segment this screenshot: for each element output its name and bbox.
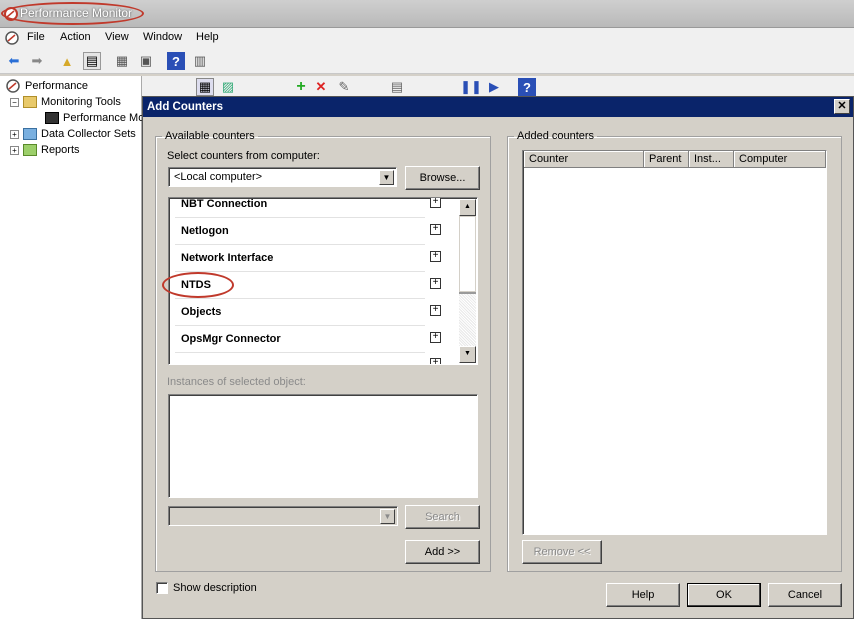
help-button[interactable]: Help bbox=[606, 583, 680, 607]
highlight-icon[interactable]: ✎ bbox=[335, 78, 353, 96]
tree-item-data-collector-sets[interactable]: + Data Collector Sets bbox=[10, 126, 136, 142]
add-icon[interactable]: + bbox=[292, 78, 310, 96]
show-description-checkbox[interactable] bbox=[156, 582, 168, 594]
computer-label: Select counters from computer: bbox=[167, 150, 320, 162]
column-header-parent[interactable]: Parent bbox=[644, 151, 689, 168]
scroll-track-upper[interactable] bbox=[459, 216, 476, 292]
delete-icon[interactable]: ✕ bbox=[312, 78, 330, 96]
menu-view[interactable]: View bbox=[105, 31, 129, 43]
chart-icon bbox=[45, 112, 59, 124]
forward-arrow-icon[interactable]: ➡ bbox=[28, 52, 46, 70]
view-graph-icon[interactable]: ▦ bbox=[196, 78, 214, 96]
instance-search-combobox: ▼ bbox=[168, 506, 398, 526]
remove-button: Remove << bbox=[522, 540, 602, 564]
properties-icon[interactable]: ▦ bbox=[113, 52, 131, 70]
computer-combobox[interactable]: <Local computer> ▼ bbox=[168, 167, 397, 187]
column-header-instance[interactable]: Inst... bbox=[689, 151, 734, 168]
list-item[interactable]: NBT Connection + bbox=[169, 198, 461, 218]
data-collector-icon bbox=[23, 128, 37, 140]
dialog-titlebar: Add Counters ✕ bbox=[143, 97, 853, 117]
expand-icon[interactable]: + bbox=[10, 129, 19, 139]
browse-button[interactable]: Browse... bbox=[405, 166, 480, 190]
main-toolbar: ⬅ ➡ ▲ ▤ ▦ ▣ ? ▥ bbox=[0, 48, 854, 74]
expand-icon[interactable]: + bbox=[430, 332, 441, 343]
list-item-partial: + bbox=[169, 353, 461, 364]
list-item[interactable]: Network Interface + bbox=[169, 245, 461, 272]
help-icon[interactable]: ? bbox=[167, 52, 185, 70]
perfmon-menu-icon[interactable] bbox=[5, 31, 19, 45]
menu-window[interactable]: Window bbox=[143, 31, 182, 43]
graph-toolbar: ▦ ▨ + ✕ ✎ ▤ ❚❚ ▶ ? bbox=[142, 76, 854, 98]
tree-item-performance[interactable]: Performance bbox=[6, 78, 88, 94]
expand-icon: + bbox=[430, 358, 441, 364]
scroll-up-icon[interactable]: ▲ bbox=[459, 199, 476, 216]
instances-label: Instances of selected object: bbox=[167, 376, 306, 388]
up-folder-icon[interactable]: ▲ bbox=[58, 52, 76, 70]
add-counters-dialog: Add Counters ✕ Available counters Select… bbox=[142, 96, 854, 619]
column-header-counter[interactable]: Counter bbox=[524, 151, 644, 168]
show-hide-tree-icon[interactable]: ▤ bbox=[83, 52, 101, 70]
cancel-button[interactable]: Cancel bbox=[768, 583, 842, 607]
show-description-label[interactable]: Show description bbox=[173, 582, 257, 594]
highlight-ellipse-title bbox=[1, 2, 144, 25]
expand-icon[interactable]: + bbox=[430, 224, 441, 235]
expand-icon[interactable]: + bbox=[430, 251, 441, 262]
list-item[interactable]: Netlogon + bbox=[169, 218, 461, 245]
menu-help[interactable]: Help bbox=[196, 31, 219, 43]
available-counters-legend: Available counters bbox=[165, 130, 255, 142]
expand-icon[interactable]: + bbox=[430, 305, 441, 316]
dialog-title: Add Counters bbox=[147, 101, 224, 113]
tree-item-performance-monitor[interactable]: Performance Mo bbox=[45, 110, 144, 126]
change-graph-icon[interactable]: ▨ bbox=[219, 78, 237, 96]
chevron-down-icon[interactable]: ▼ bbox=[379, 170, 394, 185]
tree-item-reports[interactable]: + Reports bbox=[10, 142, 80, 158]
chevron-down-icon: ▼ bbox=[380, 509, 395, 524]
back-arrow-icon[interactable]: ⬅ bbox=[5, 52, 23, 70]
tree-item-monitoring-tools[interactable]: − Monitoring Tools bbox=[10, 94, 121, 110]
collapse-icon[interactable]: − bbox=[10, 97, 19, 107]
added-counters-legend: Added counters bbox=[517, 130, 595, 142]
added-counters-table[interactable]: Counter Parent Inst... Computer bbox=[522, 150, 827, 535]
scroll-down-icon[interactable]: ▼ bbox=[459, 346, 476, 363]
folder-icon bbox=[23, 96, 37, 108]
expand-icon[interactable]: + bbox=[10, 145, 19, 155]
computer-combobox-value: <Local computer> bbox=[174, 171, 263, 183]
console-tree: Performance − Monitoring Tools Performan… bbox=[0, 76, 144, 619]
menu-action[interactable]: Action bbox=[60, 31, 91, 43]
highlight-ellipse-ntds bbox=[162, 272, 234, 298]
instances-list[interactable] bbox=[168, 394, 478, 498]
paste-icon[interactable]: ▤ bbox=[388, 78, 406, 96]
ok-button[interactable]: OK bbox=[687, 583, 761, 607]
freeze-icon[interactable]: ❚❚ bbox=[460, 78, 482, 96]
expand-icon[interactable]: + bbox=[430, 278, 441, 289]
close-icon[interactable]: ✕ bbox=[834, 99, 850, 114]
list-scrollbar[interactable]: ▲ ▼ bbox=[459, 199, 476, 363]
menu-file[interactable]: File bbox=[27, 31, 45, 43]
search-button: Search bbox=[405, 505, 480, 529]
expand-icon[interactable]: + bbox=[430, 198, 441, 208]
perfmon-icon bbox=[6, 79, 20, 93]
graph-help-icon[interactable]: ? bbox=[518, 78, 536, 96]
print-icon[interactable]: ▣ bbox=[137, 52, 155, 70]
add-button[interactable]: Add >> bbox=[405, 540, 480, 564]
update-icon[interactable]: ▶ bbox=[485, 78, 503, 96]
scroll-thumb[interactable] bbox=[459, 292, 476, 294]
window-titlebar: Performance Monitor bbox=[0, 0, 854, 28]
menu-bar: File Action View Window Help bbox=[0, 28, 854, 48]
list-item[interactable]: Objects + bbox=[169, 299, 461, 326]
column-header-computer[interactable]: Computer bbox=[734, 151, 826, 168]
reports-icon bbox=[23, 144, 37, 156]
view-icon[interactable]: ▥ bbox=[191, 52, 209, 70]
list-item[interactable]: OpsMgr Connector + bbox=[169, 326, 461, 353]
